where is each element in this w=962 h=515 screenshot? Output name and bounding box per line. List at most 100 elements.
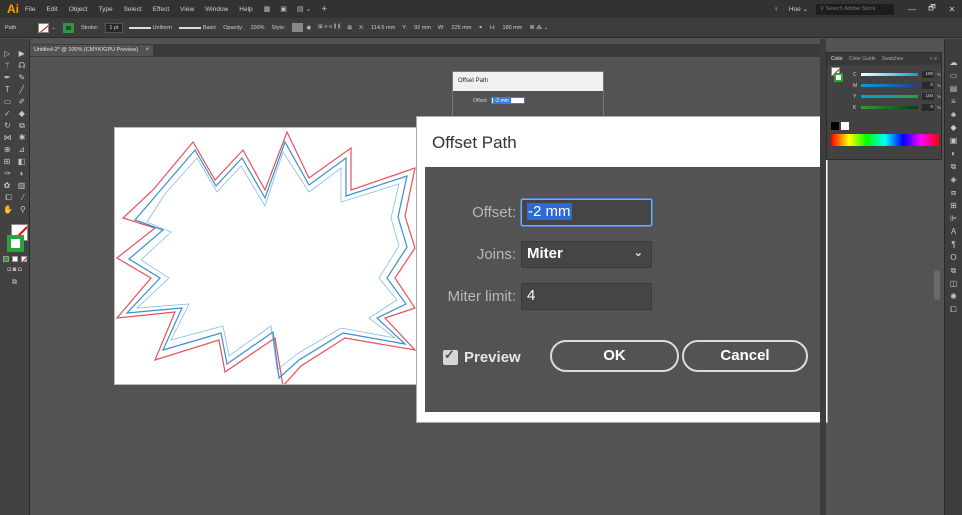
brush-dropdown[interactable]: Basic [203, 25, 216, 31]
lightbulb-icon[interactable]: ♀ [774, 6, 779, 13]
blend-tool-icon[interactable]: ◐ [20, 169, 25, 181]
white-swatch[interactable] [841, 122, 849, 130]
rotate-tool-icon[interactable]: ↻ [4, 121, 11, 133]
x-input[interactable]: 114.5 mm [371, 25, 395, 31]
opacity-label[interactable]: Opacity: [223, 25, 243, 31]
m-slider[interactable] [860, 84, 919, 87]
isolate-icon[interactable]: ⌘ ⁂ ⌄ [529, 25, 548, 31]
properties-icon[interactable]: ▭ [950, 69, 958, 82]
screen-mode-icon[interactable]: ⧉ [12, 279, 17, 291]
symbol-sprayer-tool-icon[interactable]: ✿ [4, 181, 11, 193]
brush-stroke-icon[interactable] [178, 26, 201, 29]
preview-option[interactable]: ✓ Preview [443, 347, 521, 366]
puppet-warp-tool-icon[interactable]: ✱ [19, 133, 26, 145]
h-input[interactable]: 180 mm [503, 25, 523, 31]
arrange-docs-icon[interactable]: ▤ ⌄ [297, 5, 311, 13]
character-icon[interactable]: A [951, 225, 956, 238]
workspace-switcher[interactable]: Hoe ⌄ [789, 5, 808, 13]
gpu-rocket-icon[interactable]: ✈ [321, 5, 327, 13]
cancel-button[interactable]: Cancel [682, 340, 808, 372]
graphic-style-swatch[interactable] [292, 23, 304, 32]
opacity-input[interactable]: 100% [250, 25, 264, 31]
transform-icon[interactable]: ⊠ [347, 25, 352, 31]
draw-mode-icon[interactable]: ◘ ◙ ◘ [7, 267, 21, 279]
artboard[interactable] [114, 127, 420, 385]
menu-help[interactable]: Help [239, 6, 252, 13]
k-slider[interactable] [860, 106, 919, 109]
paragraph-icon[interactable]: ¶ [951, 238, 955, 251]
c-slider[interactable] [860, 73, 919, 76]
paintbrush-tool-icon[interactable]: ✐ [19, 97, 26, 109]
menu-edit[interactable]: Edit [46, 6, 57, 13]
y-input[interactable]: 92 mm [414, 25, 431, 31]
opentype-icon[interactable]: O [950, 251, 956, 264]
y-value-input[interactable]: 100 [922, 93, 934, 100]
tab-color[interactable]: Color [831, 56, 843, 62]
menu-select[interactable]: Select [124, 6, 142, 13]
close-document-icon[interactable]: × [146, 47, 150, 53]
color-icon[interactable]: ◐ [951, 147, 956, 160]
zoom-tool-icon[interactable]: ⚲ [20, 205, 26, 217]
layers-stack-icon[interactable]: ◈ [950, 173, 956, 186]
ok-button[interactable]: OK [550, 340, 679, 372]
navigator-icon[interactable]: ✺ [950, 290, 957, 303]
gradient-mode-icon[interactable] [11, 256, 18, 262]
color-spectrum[interactable] [831, 134, 939, 146]
stock-search-input[interactable]: ⚲ Search Adobe Stock [816, 3, 894, 15]
shaper-tool-icon[interactable]: ✓ [4, 109, 11, 121]
k-value-input[interactable]: 0 [922, 104, 934, 111]
image-trace-icon[interactable]: ◫ [950, 277, 958, 290]
line-tool-icon[interactable]: ╱ [19, 85, 24, 97]
graph-tool-icon[interactable]: ▥ [18, 181, 26, 193]
width-tool-icon[interactable]: ⋈ [4, 133, 12, 145]
menu-object[interactable]: Object [69, 6, 88, 13]
recolor-icon[interactable]: ◉ [306, 25, 311, 31]
info-icon[interactable]: ⧠ [950, 303, 956, 316]
black-swatch[interactable] [831, 122, 839, 130]
preview-checkbox[interactable]: ✓ [443, 347, 458, 365]
gradient-tool-icon[interactable]: ◧ [18, 157, 26, 169]
magic-wand-tool-icon[interactable]: ⚚ [4, 61, 11, 73]
pen-tool-icon[interactable]: ✒ [4, 73, 11, 85]
close-window-button[interactable]: ✕ [942, 5, 962, 14]
fill-dropdown-icon[interactable]: ⌄ [51, 25, 56, 31]
menu-view[interactable]: View [180, 6, 194, 13]
starburst-shape[interactable] [115, 128, 420, 385]
stroke-weight-input[interactable]: 1 pt [105, 22, 123, 33]
menu-effect[interactable]: Effect [153, 6, 170, 13]
rectangle-tool-icon[interactable]: ▭ [4, 97, 12, 109]
joins-select[interactable]: Miter ⌄ [521, 241, 652, 268]
profile-dropdown[interactable]: Uniform [153, 25, 172, 31]
miter-limit-input[interactable]: 4 [521, 283, 652, 310]
stroke-swatch[interactable] [62, 22, 74, 33]
appearance-icon[interactable]: ▣ [950, 134, 958, 147]
symbols-icon[interactable]: ♣ [951, 108, 956, 121]
menu-type[interactable]: Type [98, 6, 112, 13]
curvature-tool-icon[interactable]: ✎ [18, 73, 25, 85]
transform-panel-icon[interactable]: ⧉ [951, 160, 957, 173]
links-icon[interactable]: ⧉ [951, 264, 957, 277]
stroke-color-swatch[interactable] [7, 235, 24, 252]
hand-tool-icon[interactable]: ✋ [3, 205, 13, 217]
direct-selection-tool-icon[interactable]: ▶ [19, 49, 25, 61]
menu-file[interactable]: File [25, 6, 35, 13]
scale-tool-icon[interactable]: ⧉ [19, 121, 25, 133]
menu-window[interactable]: Window [205, 6, 228, 13]
mesh-tool-icon[interactable]: ⊞ [4, 157, 11, 169]
eraser-tool-icon[interactable]: ◆ [19, 109, 25, 121]
perspective-grid-tool-icon[interactable]: ⊿ [18, 145, 25, 157]
fill-swatch[interactable] [38, 22, 50, 33]
graphic-styles-icon[interactable]: ◆ [950, 121, 956, 134]
tab-swatches[interactable]: Swatches [882, 56, 904, 62]
eyedropper-tool-icon[interactable]: ✑ [4, 169, 11, 181]
y-slider[interactable] [860, 95, 919, 98]
c-value-input[interactable]: 100 [922, 71, 934, 78]
none-mode-icon[interactable] [20, 256, 27, 262]
artboard-tool-icon[interactable]: ⧠ [5, 193, 11, 205]
align-panel-icon[interactable]: ⊫ [950, 212, 957, 225]
w-input[interactable]: 225 mm [452, 25, 472, 31]
link-icon[interactable]: ⚭ [478, 25, 483, 31]
color-mode-icon[interactable] [2, 256, 9, 262]
tab-color-guide[interactable]: Color Guide [849, 56, 876, 62]
layers-icon[interactable]: ▤ [950, 82, 958, 95]
